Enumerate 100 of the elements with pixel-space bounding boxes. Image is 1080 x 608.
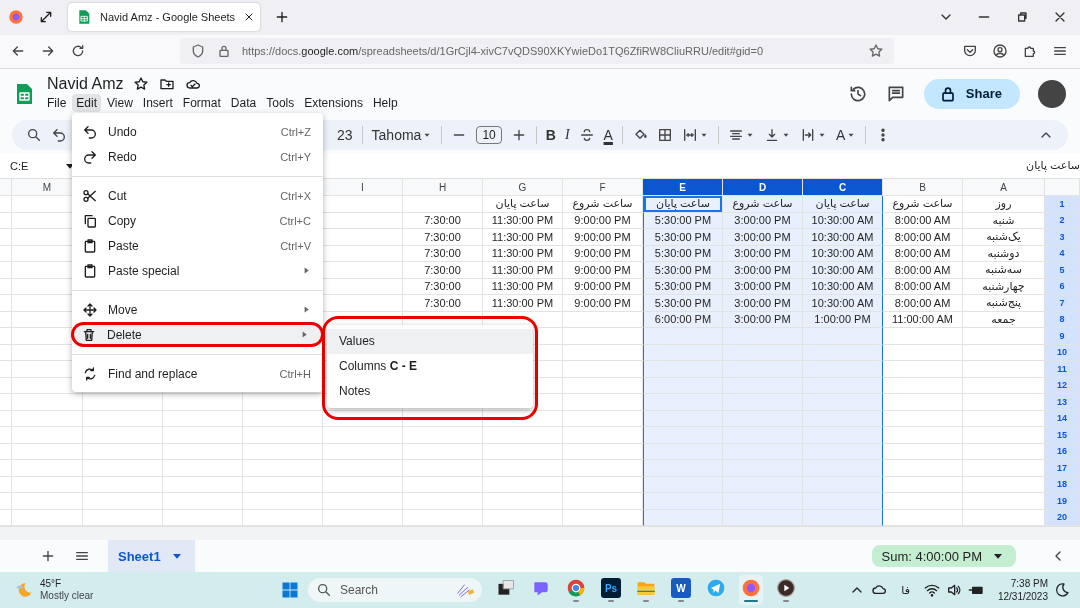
sum-button[interactable]: Sum: 4:00:00 PM (871, 545, 1016, 568)
start-icon[interactable] (280, 580, 300, 601)
document-title[interactable]: Navid Amz (47, 75, 124, 94)
address-bar[interactable]: https://docs.google.com/spreadsheets/d/1GrCjl4-xivC7vQDS90XKYwieDo1TQ6ZfiRW8CliuRRU/edit#gid=0 (180, 38, 894, 65)
night-mode-icon[interactable] (1054, 582, 1070, 599)
sheet-tab[interactable]: Sheet1 (108, 540, 195, 573)
star-icon[interactable] (133, 76, 150, 93)
row-header[interactable]: 17 (1045, 460, 1080, 477)
row-header[interactable]: 11 (1045, 361, 1080, 378)
temperature-text: 45°F (40, 578, 63, 591)
corner-cell[interactable] (1045, 179, 1080, 197)
merge-icon[interactable] (681, 127, 698, 144)
row-header[interactable]: 1 (1045, 196, 1080, 213)
column-header[interactable]: I (323, 179, 403, 197)
text-rotation-button[interactable]: A (835, 127, 846, 144)
formula-text[interactable]: ساعت پایان (1026, 159, 1080, 173)
menu-item[interactable]: File (43, 94, 71, 113)
copy-icon (82, 212, 98, 229)
extensions-icon[interactable] (1022, 43, 1038, 60)
menu-item[interactable]: View (103, 94, 137, 113)
column-header[interactable]: F (563, 179, 643, 197)
menu-item[interactable]: Edit (72, 94, 102, 113)
menu-item[interactable]: Notes (327, 379, 533, 404)
app-tile[interactable]: W (671, 578, 691, 599)
submenu-arrow-icon (302, 266, 311, 275)
table-cell: 11:30:00 PM (483, 295, 563, 312)
language-indicator[interactable]: فا (901, 583, 910, 597)
avatar[interactable] (1038, 79, 1066, 108)
font-size-field[interactable]: 10 (476, 126, 502, 145)
number-format-button[interactable]: 23 (337, 127, 353, 144)
menu-item[interactable]: Paste special (72, 258, 323, 283)
row-header[interactable]: 15 (1045, 427, 1080, 444)
account-icon[interactable] (992, 43, 1008, 60)
table-cell: ساعت پایان (643, 196, 723, 213)
strikethrough-icon[interactable] (578, 127, 595, 144)
bold-button[interactable]: B (545, 127, 556, 144)
table-cell: 11:30:00 PM (483, 278, 563, 296)
firefox-icon[interactable] (8, 9, 24, 26)
bookmark-star-icon[interactable] (868, 43, 884, 60)
clock-time[interactable]: 7:38 PM (1010, 577, 1048, 591)
undo-icon[interactable] (51, 127, 67, 144)
menu-item[interactable]: Values (327, 329, 533, 354)
row-header[interactable]: 13 (1045, 394, 1080, 411)
grid-gutter (0, 443, 12, 461)
row-header[interactable]: 3 (1045, 229, 1080, 246)
menu-item[interactable]: Columns C - E (327, 354, 533, 379)
text-color-button[interactable]: A (603, 127, 613, 144)
font-dropdown[interactable]: Tahoma (371, 127, 422, 144)
menu-item[interactable]: Tools (262, 94, 299, 113)
grid-gutter (0, 394, 12, 411)
borders-icon[interactable] (656, 127, 673, 144)
wifi-icon[interactable] (923, 582, 940, 599)
telegram-icon[interactable] (706, 578, 726, 599)
row-header[interactable]: 19 (1045, 493, 1080, 510)
menu-item[interactable]: Find and replace Ctrl+H (72, 361, 323, 386)
shortcut-text: Ctrl+V (280, 239, 311, 252)
horizontal-scrollbar[interactable] (0, 526, 1080, 541)
lock-icon[interactable] (216, 43, 232, 60)
column-header[interactable]: H (403, 179, 483, 197)
menu-item[interactable]: Format (178, 94, 225, 113)
firefox-icon[interactable] (741, 578, 761, 599)
menu-item[interactable]: Extensions (300, 94, 367, 113)
shortcut-text: Ctrl+X (280, 189, 311, 202)
search-icon[interactable] (26, 127, 42, 144)
grid-gutter (0, 410, 12, 428)
taskbar-search[interactable]: Search (308, 578, 482, 603)
menu-item[interactable]: Data (226, 94, 261, 113)
column-header[interactable]: D (723, 179, 803, 197)
column-header[interactable]: A (963, 179, 1045, 197)
chrome-icon[interactable] (566, 578, 586, 599)
table-cell: 10:30:00 AM (803, 262, 883, 279)
clock-date[interactable]: 12/31/2023 (997, 590, 1048, 604)
menu-item[interactable]: Delete (71, 322, 324, 347)
column-header[interactable]: B (883, 179, 963, 197)
menu-item[interactable]: Copy Ctrl+C (72, 208, 323, 233)
menu-item[interactable]: Help (368, 94, 402, 113)
url-text: https://docs.google.com/spreadsheets/d/1GrCjl4-xivC7vQDS90XKYwieDo1TQ6ZfiRW8CliuRRU/edit#gid=0 (242, 45, 764, 58)
shield-icon[interactable] (190, 43, 206, 60)
browser-tab[interactable]: Navid Amz - Google Sheets (68, 3, 260, 32)
column-header[interactable]: C (803, 179, 883, 197)
share-button[interactable]: Share (923, 78, 1020, 109)
row-header[interactable]: 9 (1045, 328, 1080, 345)
row-header[interactable]: 5 (1045, 262, 1080, 279)
submenu-arrow-icon (302, 305, 311, 314)
menu-item[interactable]: Paste Ctrl+V (72, 233, 323, 258)
media-player-icon[interactable] (776, 578, 796, 599)
menu-item[interactable]: Insert (138, 94, 177, 113)
menu-item[interactable]: Redo Ctrl+Y (72, 144, 323, 169)
table-cell: 11:30:00 PM (483, 262, 563, 279)
italic-button[interactable]: I (564, 127, 570, 144)
menu-item[interactable]: Undo Ctrl+Z (72, 119, 323, 144)
menu-item[interactable]: Move (72, 297, 323, 322)
app-tile[interactable]: Ps (601, 578, 621, 599)
name-box[interactable]: C:E (0, 159, 29, 172)
menu-label: Move (108, 302, 138, 317)
table-cell (12, 394, 83, 411)
column-header[interactable]: E (643, 179, 723, 197)
column-header[interactable]: G (483, 179, 563, 197)
row-header[interactable]: 7 (1045, 295, 1080, 312)
clipboard-icon (82, 237, 98, 254)
